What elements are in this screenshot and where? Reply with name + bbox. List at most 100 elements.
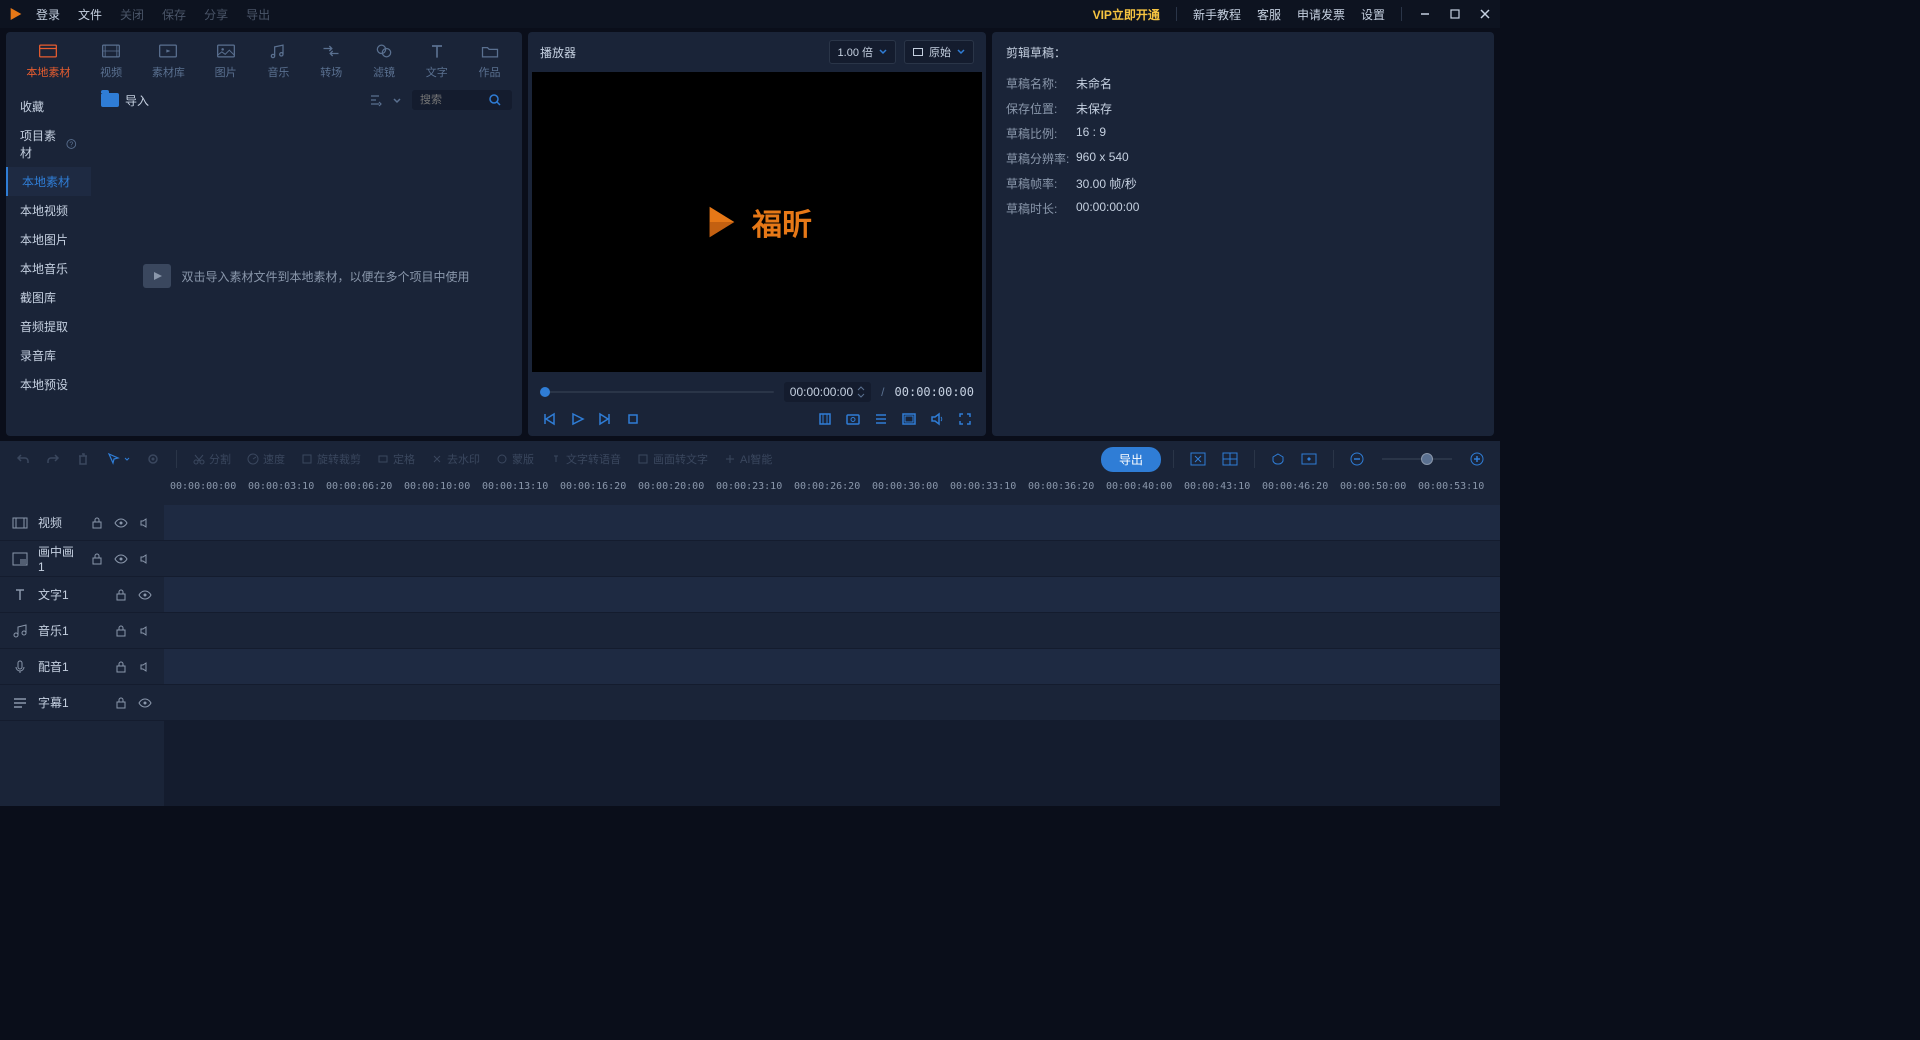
lock-icon[interactable]: [114, 660, 128, 674]
sidebar-item-favorites[interactable]: 收藏: [6, 92, 91, 121]
tab-library[interactable]: 素材库: [144, 38, 193, 84]
mask-button[interactable]: 蒙版: [492, 449, 538, 469]
tab-image[interactable]: 图片: [206, 38, 246, 84]
sidebar-item-audioextract[interactable]: 音频提取: [6, 312, 91, 341]
prev-frame-button[interactable]: [540, 410, 558, 428]
scrubber-track[interactable]: [540, 391, 774, 393]
maximize-button[interactable]: [1448, 7, 1462, 21]
sidebar-item-preset[interactable]: 本地预设: [6, 370, 91, 399]
fullscreen-button[interactable]: [956, 410, 974, 428]
sidebar-item-localvideo[interactable]: 本地视频: [6, 196, 91, 225]
track-subtitle[interactable]: 字幕1: [0, 685, 164, 721]
sort-icon[interactable]: [368, 93, 382, 107]
eye-icon[interactable]: [138, 696, 152, 710]
tab-text[interactable]: 文字: [417, 38, 457, 84]
play-button[interactable]: [568, 410, 586, 428]
stop-button[interactable]: [624, 410, 642, 428]
undo-button[interactable]: [12, 450, 34, 468]
safe-area-button[interactable]: [900, 410, 918, 428]
mode-select[interactable]: 原始: [904, 40, 974, 64]
mute-icon[interactable]: [138, 552, 152, 566]
stepper-icon[interactable]: [857, 385, 865, 399]
current-timecode[interactable]: 00:00:00:00: [784, 382, 871, 402]
eye-icon[interactable]: [138, 588, 152, 602]
lock-icon[interactable]: [114, 696, 128, 710]
sidebar-item-local[interactable]: 本地素材: [6, 167, 91, 196]
search-input[interactable]: [420, 94, 488, 106]
lock-icon[interactable]: [114, 624, 128, 638]
safe-zone-button[interactable]: [1186, 450, 1210, 468]
tab-works[interactable]: 作品: [470, 38, 510, 84]
zoom-in-button[interactable]: [1466, 450, 1488, 468]
mute-icon[interactable]: [138, 660, 152, 674]
scrubber-thumb[interactable]: [540, 387, 550, 397]
tab-video[interactable]: 视频: [91, 38, 131, 84]
speed-button[interactable]: 速度: [243, 449, 289, 469]
tutorial-link[interactable]: 新手教程: [1193, 6, 1241, 23]
lock-icon[interactable]: [114, 588, 128, 602]
eye-icon[interactable]: [114, 516, 128, 530]
crop-button[interactable]: [816, 410, 834, 428]
track-row-music[interactable]: [164, 613, 1500, 649]
tab-filter[interactable]: 滤镜: [364, 38, 404, 84]
service-link[interactable]: 客服: [1257, 6, 1281, 23]
settings-link[interactable]: 设置: [1361, 6, 1385, 23]
track-video[interactable]: 视频: [0, 505, 164, 541]
player-viewport[interactable]: 福昕: [532, 72, 982, 372]
sidebar-item-record[interactable]: 录音库: [6, 341, 91, 370]
track-music[interactable]: 音乐1: [0, 613, 164, 649]
menu-save[interactable]: 保存: [162, 6, 186, 23]
import-button[interactable]: 导入: [101, 92, 149, 109]
zoom-out-button[interactable]: [1346, 450, 1368, 468]
pin-button[interactable]: 定格: [373, 449, 419, 469]
track-row-text[interactable]: [164, 577, 1500, 613]
tab-local[interactable]: 本地素材: [18, 38, 78, 84]
track-row-voice[interactable]: [164, 649, 1500, 685]
zoom-select[interactable]: 1.00 倍: [829, 40, 896, 64]
export-button[interactable]: 导出: [1101, 447, 1161, 472]
lock-icon[interactable]: [90, 516, 104, 530]
ai-button[interactable]: AI智能: [720, 449, 776, 469]
menu-export[interactable]: 导出: [246, 6, 270, 23]
track-pip[interactable]: 画中画1: [0, 541, 164, 577]
menu-share[interactable]: 分享: [204, 6, 228, 23]
watermark-button[interactable]: 去水印: [427, 449, 484, 469]
invoice-link[interactable]: 申请发票: [1297, 6, 1345, 23]
cut-button[interactable]: 分割: [189, 449, 235, 469]
sidebar-item-screenshot[interactable]: 截图库: [6, 283, 91, 312]
track-text[interactable]: 文字1: [0, 577, 164, 613]
lock-icon[interactable]: [90, 552, 104, 566]
sidebar-item-project[interactable]: 项目素材?: [6, 121, 91, 167]
menu-login[interactable]: 登录: [36, 6, 60, 23]
vip-link[interactable]: VIP立即开通: [1093, 6, 1160, 23]
menu-file[interactable]: 文件: [78, 6, 102, 23]
zoom-slider-thumb[interactable]: [1421, 453, 1433, 465]
list-button[interactable]: [872, 410, 890, 428]
tts-button[interactable]: 文字转语音: [546, 449, 625, 469]
track-row-pip[interactable]: [164, 541, 1500, 577]
menu-close[interactable]: 关闭: [120, 6, 144, 23]
minimize-button[interactable]: [1418, 7, 1432, 21]
next-frame-button[interactable]: [596, 410, 614, 428]
sidebar-item-localimage[interactable]: 本地图片: [6, 225, 91, 254]
mute-icon[interactable]: [138, 624, 152, 638]
track-row-video[interactable]: [164, 505, 1500, 541]
media-dropzone[interactable]: 双击导入素材文件到本地素材，以便在多个项目中使用: [91, 116, 522, 436]
close-button[interactable]: [1478, 7, 1492, 21]
marker-button[interactable]: [1267, 450, 1289, 468]
cursor-button[interactable]: [102, 450, 134, 468]
dropdown-icon[interactable]: [390, 93, 404, 107]
magnet-button[interactable]: [142, 450, 164, 468]
search-button[interactable]: [488, 93, 502, 107]
track-row-subtitle[interactable]: [164, 685, 1500, 721]
timeline-ruler[interactable]: 00:00:00:0000:00:03:1000:00:06:2000:00:1…: [164, 477, 1500, 505]
zoom-slider[interactable]: [1382, 458, 1452, 460]
volume-button[interactable]: [928, 410, 946, 428]
sidebar-item-localmusic[interactable]: 本地音乐: [6, 254, 91, 283]
tab-music[interactable]: 音乐: [258, 38, 298, 84]
rotate-crop-button[interactable]: 旋转裁剪: [297, 449, 365, 469]
timeline-tracks[interactable]: 00:00:00:0000:00:03:1000:00:06:2000:00:1…: [164, 477, 1500, 806]
eye-icon[interactable]: [114, 552, 128, 566]
track-layout-button[interactable]: [1218, 450, 1242, 468]
ocr-button[interactable]: 画面转文字: [633, 449, 712, 469]
